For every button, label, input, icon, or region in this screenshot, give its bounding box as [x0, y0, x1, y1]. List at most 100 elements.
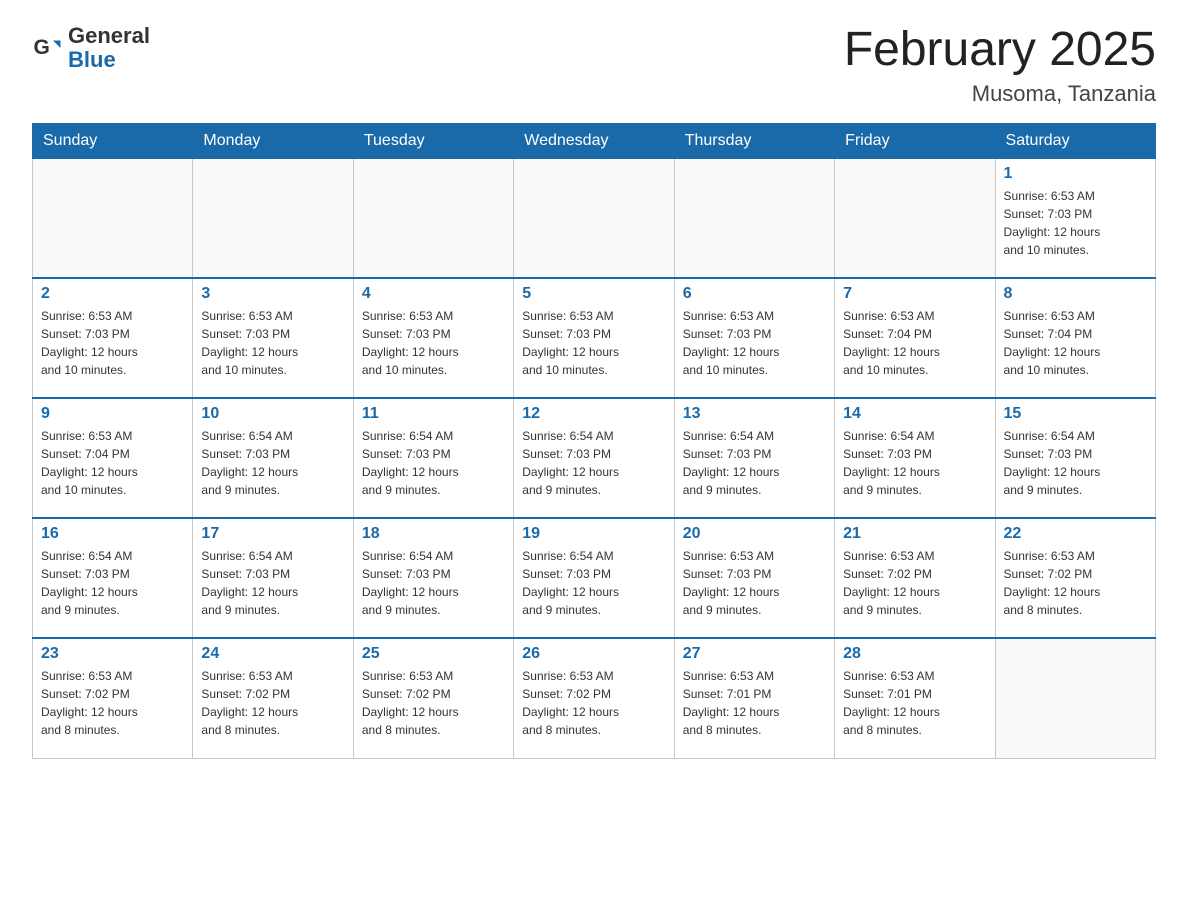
day-info: Sunrise: 6:53 AMSunset: 7:03 PMDaylight:… [683, 547, 826, 619]
day-number: 1 [1004, 165, 1147, 183]
day-number: 28 [843, 645, 986, 663]
week-row-2: 2 Sunrise: 6:53 AMSunset: 7:03 PMDaylight… [33, 278, 1156, 398]
day-header-monday: Monday [193, 123, 353, 158]
week-row-1: 1 Sunrise: 6:53 AMSunset: 7:03 PMDaylight… [33, 158, 1156, 278]
day-info: Sunrise: 6:54 AMSunset: 7:03 PMDaylight:… [522, 427, 665, 499]
day-info: Sunrise: 6:53 AMSunset: 7:03 PMDaylight:… [522, 307, 665, 379]
calendar-cell: 27 Sunrise: 6:53 AMSunset: 7:01 PMDayligh… [674, 638, 834, 758]
calendar-cell: 19Sunrise: 6:54 AMSunset: 7:03 PMDayligh… [514, 518, 674, 638]
calendar-cell: 7 Sunrise: 6:53 AMSunset: 7:04 PMDaylight… [835, 278, 995, 398]
logo-blue: Blue [68, 48, 150, 72]
day-number: 24 [201, 645, 344, 663]
calendar-cell: 15 Sunrise: 6:54 AMSunset: 7:03 PMDayligh… [995, 398, 1155, 518]
calendar-cell: 11 Sunrise: 6:54 AMSunset: 7:03 PMDayligh… [353, 398, 513, 518]
day-number: 2 [41, 285, 184, 303]
day-info: Sunrise: 6:53 AMSunset: 7:01 PMDaylight:… [843, 667, 986, 739]
day-number: 15 [1004, 405, 1147, 423]
calendar-cell: 12 Sunrise: 6:54 AMSunset: 7:03 PMDayligh… [514, 398, 674, 518]
day-header-saturday: Saturday [995, 123, 1155, 158]
page-header: G General Blue February 2025 Musoma, Tan… [32, 24, 1156, 107]
day-header-friday: Friday [835, 123, 995, 158]
day-number: 5 [522, 285, 665, 303]
day-info: Sunrise: 6:53 AMSunset: 7:04 PMDaylight:… [1004, 307, 1147, 379]
calendar-cell [33, 158, 193, 278]
calendar-cell: 25 Sunrise: 6:53 AMSunset: 7:02 PMDayligh… [353, 638, 513, 758]
calendar-cell: 17 Sunrise: 6:54 AMSunset: 7:03 PMDayligh… [193, 518, 353, 638]
calendar-cell [835, 158, 995, 278]
day-number: 10 [201, 405, 344, 423]
calendar-cell: 26 Sunrise: 6:53 AMSunset: 7:02 PMDayligh… [514, 638, 674, 758]
calendar-cell: 2 Sunrise: 6:53 AMSunset: 7:03 PMDaylight… [33, 278, 193, 398]
calendar-cell [514, 158, 674, 278]
day-number: 27 [683, 645, 826, 663]
day-number: 17 [201, 525, 344, 543]
svg-text:G: G [34, 36, 50, 59]
calendar-cell: 13Sunrise: 6:54 AMSunset: 7:03 PMDayligh… [674, 398, 834, 518]
calendar-cell: 24 Sunrise: 6:53 AMSunset: 7:02 PMDayligh… [193, 638, 353, 758]
day-info: Sunrise: 6:54 AMSunset: 7:03 PMDaylight:… [362, 427, 505, 499]
day-number: 6 [683, 285, 826, 303]
day-number: 19 [522, 525, 665, 543]
logo: G General Blue [32, 24, 150, 72]
calendar-cell: 14Sunrise: 6:54 AMSunset: 7:03 PMDayligh… [835, 398, 995, 518]
logo-icon: G [32, 33, 62, 63]
day-info: Sunrise: 6:53 AMSunset: 7:02 PMDaylight:… [201, 667, 344, 739]
day-info: Sunrise: 6:53 AMSunset: 7:02 PMDaylight:… [362, 667, 505, 739]
day-info: Sunrise: 6:53 AMSunset: 7:03 PMDaylight:… [362, 307, 505, 379]
day-info: Sunrise: 6:53 AMSunset: 7:03 PMDaylight:… [683, 307, 826, 379]
day-number: 8 [1004, 285, 1147, 303]
day-info: Sunrise: 6:53 AMSunset: 7:01 PMDaylight:… [683, 667, 826, 739]
day-number: 7 [843, 285, 986, 303]
calendar-table: SundayMondayTuesdayWednesdayThursdayFrid… [32, 123, 1156, 759]
day-info: Sunrise: 6:53 AMSunset: 7:04 PMDaylight:… [843, 307, 986, 379]
day-header-wednesday: Wednesday [514, 123, 674, 158]
calendar-cell: 16Sunrise: 6:54 AMSunset: 7:03 PMDayligh… [33, 518, 193, 638]
title-area: February 2025 Musoma, Tanzania [844, 24, 1156, 107]
day-number: 4 [362, 285, 505, 303]
calendar-cell [674, 158, 834, 278]
day-info: Sunrise: 6:53 AMSunset: 7:02 PMDaylight:… [843, 547, 986, 619]
day-info: Sunrise: 6:54 AMSunset: 7:03 PMDaylight:… [201, 427, 344, 499]
calendar-cell [193, 158, 353, 278]
day-header-thursday: Thursday [674, 123, 834, 158]
day-info: Sunrise: 6:53 AMSunset: 7:03 PMDaylight:… [1004, 187, 1147, 259]
calendar-cell: 18 Sunrise: 6:54 AMSunset: 7:03 PMDayligh… [353, 518, 513, 638]
calendar-cell: 10 Sunrise: 6:54 AMSunset: 7:03 PMDayligh… [193, 398, 353, 518]
day-info: Sunrise: 6:54 AMSunset: 7:03 PMDaylight:… [362, 547, 505, 619]
day-info: Sunrise: 6:53 AMSunset: 7:04 PMDaylight:… [41, 427, 184, 499]
calendar-cell: 9Sunrise: 6:53 AMSunset: 7:04 PMDaylight… [33, 398, 193, 518]
calendar-cell: 23Sunrise: 6:53 AMSunset: 7:02 PMDayligh… [33, 638, 193, 758]
day-info: Sunrise: 6:53 AMSunset: 7:02 PMDaylight:… [522, 667, 665, 739]
calendar-cell: 6 Sunrise: 6:53 AMSunset: 7:03 PMDaylight… [674, 278, 834, 398]
calendar-cell: 1 Sunrise: 6:53 AMSunset: 7:03 PMDaylight… [995, 158, 1155, 278]
day-header-tuesday: Tuesday [353, 123, 513, 158]
week-row-5: 23 Sunrise: 6:53 AMSunset: 7:02 PMDayligh… [33, 638, 1156, 758]
logo-general: General [68, 24, 150, 48]
day-number: 3 [201, 285, 344, 303]
day-info: Sunrise: 6:54 AMSunset: 7:03 PMDaylight:… [683, 427, 826, 499]
day-info: Sunrise: 6:53 AMSunset: 7:02 PMDaylight:… [1004, 547, 1147, 619]
month-title: February 2025 [844, 24, 1156, 77]
day-number: 25 [362, 645, 505, 663]
day-number: 18 [362, 525, 505, 543]
day-number: 23 [41, 645, 184, 663]
week-row-3: 9Sunrise: 6:53 AMSunset: 7:04 PMDaylight… [33, 398, 1156, 518]
calendar-cell: 4 Sunrise: 6:53 AMSunset: 7:03 PMDaylight… [353, 278, 513, 398]
day-number: 16 [41, 525, 184, 543]
day-number: 22 [1004, 525, 1147, 543]
calendar-cell [353, 158, 513, 278]
logo-text: General Blue [68, 24, 150, 72]
day-number: 12 [522, 405, 665, 423]
day-number: 11 [362, 405, 505, 423]
day-info: Sunrise: 6:54 AMSunset: 7:03 PMDaylight:… [1004, 427, 1147, 499]
calendar-cell [995, 638, 1155, 758]
day-header-sunday: Sunday [33, 123, 193, 158]
location: Musoma, Tanzania [844, 81, 1156, 107]
calendar-cell: 20Sunrise: 6:53 AMSunset: 7:03 PMDayligh… [674, 518, 834, 638]
day-info: Sunrise: 6:54 AMSunset: 7:03 PMDaylight:… [201, 547, 344, 619]
day-info: Sunrise: 6:53 AMSunset: 7:03 PMDaylight:… [41, 307, 184, 379]
calendar-cell: 8 Sunrise: 6:53 AMSunset: 7:04 PMDaylight… [995, 278, 1155, 398]
day-number: 21 [843, 525, 986, 543]
day-number: 26 [522, 645, 665, 663]
calendar-cell: 3Sunrise: 6:53 AMSunset: 7:03 PMDaylight… [193, 278, 353, 398]
